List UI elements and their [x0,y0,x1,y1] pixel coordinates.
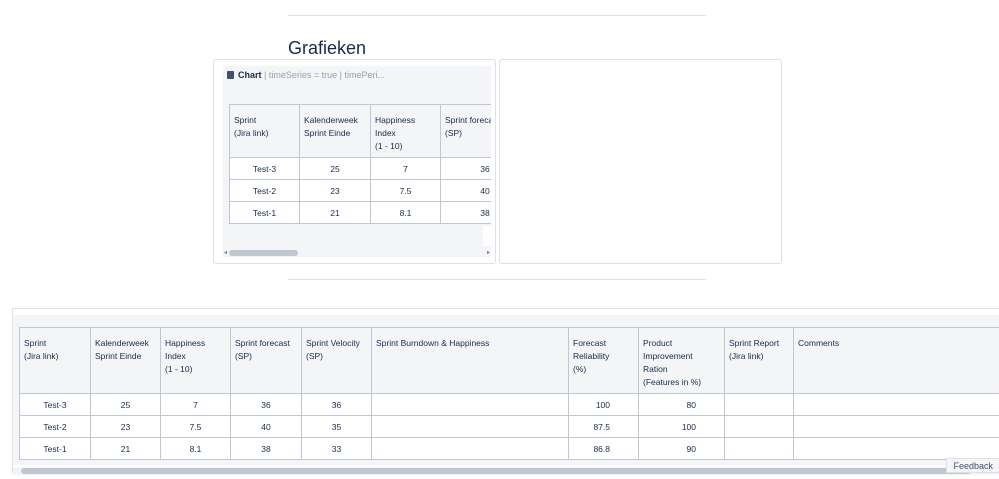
main-header-cell: Comments [793,327,999,394]
main-table-cell[interactable]: Test-3 [19,393,91,416]
main-table-cell[interactable]: Test-1 [19,437,91,460]
main-header-cell: Happiness Index (1 - 10) [160,327,231,394]
main-table-row: Test-3 25 7 36 36 100 80 [19,393,999,416]
chart-image-panel [499,59,782,264]
main-table-cell [371,393,569,416]
chart-table-row: Test-3 25 7 36 [229,157,491,180]
chart-table-cell: 25 [299,157,371,180]
main-table-cell: 23 [90,415,161,438]
main-table-cell: 25 [90,393,161,416]
chart-table-cell: 8.1 [370,201,441,224]
chart-table-cell[interactable]: Test-3 [229,157,300,180]
main-table-cell: 90 [638,437,725,460]
main-table-cell [724,437,794,460]
chart-table-cell: 21 [299,201,371,224]
main-header-cell: Sprint (Jira link) [19,327,91,394]
main-table-row: Test-1 21 8.1 38 33 86.8 90 [19,437,999,460]
chart-table-row: Test-1 21 8.1 38 [229,201,491,224]
chart-horizontal-scrollbar[interactable]: ◂ ▸ [223,249,491,257]
main-table-cell: 87.5 [568,415,639,438]
main-table-cell: 40 [230,415,302,438]
main-table-cell: 35 [301,415,372,438]
chart-macro-body: Sprint (Jira link) Kalenderweek Sprint Eind… [223,84,491,252]
feedback-button[interactable]: Feedback [946,458,999,473]
chart-macro-header[interactable]: Chart | timeSeries = true | timePeri... [223,66,491,84]
main-data-table: Sprint (Jira link) Kalenderweek Sprint Eind… [19,327,999,460]
main-table-cell: 33 [301,437,372,460]
main-table-cell [793,393,999,416]
scroll-right-icon[interactable]: ▸ [487,249,490,257]
middle-divider [288,279,706,280]
main-table-cell [724,415,794,438]
section-heading: Grafieken [288,38,367,58]
chart-header-cell: Kalenderweek Sprint Einde [299,104,371,158]
chart-header-cell: Happiness Index (1 - 10) [370,104,441,158]
main-table-cell: 80 [638,393,725,416]
main-table-container: Sprint (Jira link) Kalenderweek Sprint Eind… [12,308,999,475]
main-header-cell: Sprint Velocity (SP) [301,327,372,394]
main-table-cell: 8.1 [160,437,231,460]
chart-table-row: Test-2 23 7.5 40 [229,179,491,202]
main-table-cell: 21 [90,437,161,460]
main-scrollbar-thumb[interactable] [21,468,971,474]
main-header-cell: Sprint forecast (SP) [230,327,302,394]
main-table-cell: 100 [638,415,725,438]
main-table-cell: 7 [160,393,231,416]
chart-table-cell: 7 [370,157,441,180]
document-icon [227,71,234,79]
main-table-cell: 86.8 [568,437,639,460]
main-table-scroll-area: Sprint (Jira link) Kalenderweek Sprint Eind… [13,315,999,465]
main-table-cell[interactable]: Test-2 [19,415,91,438]
chart-table-cell: 7.5 [370,179,441,202]
chart-table-cell[interactable]: Test-2 [229,179,300,202]
main-header-cell: Sprint Burndown & Happiness [371,327,569,394]
top-divider [288,15,706,16]
chart-table-cell: 38 [440,201,491,224]
main-table-row: Test-2 23 7.5 40 35 87.5 100 [19,415,999,438]
main-table-cell: 7.5 [160,415,231,438]
main-table-cell: 36 [301,393,372,416]
scroll-left-icon[interactable]: ◂ [224,249,227,257]
chart-scrollbar-thumb[interactable] [229,250,298,256]
main-table-cell [371,437,569,460]
chart-header-cell: Sprint (Jira link) [229,104,300,158]
main-header-cell: Kalenderweek Sprint Einde [90,327,161,394]
main-table-cell: 38 [230,437,302,460]
chart-table-cell: 23 [299,179,371,202]
main-header-cell: Product Improvement Ration (Features in %) [638,327,725,394]
main-header-cell: Sprint Report (Jira link) [724,327,794,394]
main-table-cell [371,415,569,438]
main-table-cell: 36 [230,393,302,416]
main-header-cell: Forecast Reliability (%) [568,327,639,394]
chart-table-cell: 36 [440,157,491,180]
main-table-cell [793,437,999,460]
chart-macro-title: Chart [238,70,262,80]
chart-macro-params: | timeSeries = true | timePeri... [264,70,385,80]
chart-table-cell: 40 [440,179,491,202]
main-horizontal-scrollbar[interactable] [13,467,999,475]
main-table-cell [793,415,999,438]
main-table-cell [724,393,794,416]
chart-data-table: Sprint (Jira link) Kalenderweek Sprint Eind… [229,104,491,224]
chart-panel: Chart | timeSeries = true | timePeri... … [213,59,496,264]
main-table-cell: 100 [568,393,639,416]
chart-header-cell: Sprint forecast(SP) [440,104,491,158]
chart-vertical-scrollbar[interactable] [483,226,491,246]
chart-table-cell[interactable]: Test-1 [229,201,300,224]
